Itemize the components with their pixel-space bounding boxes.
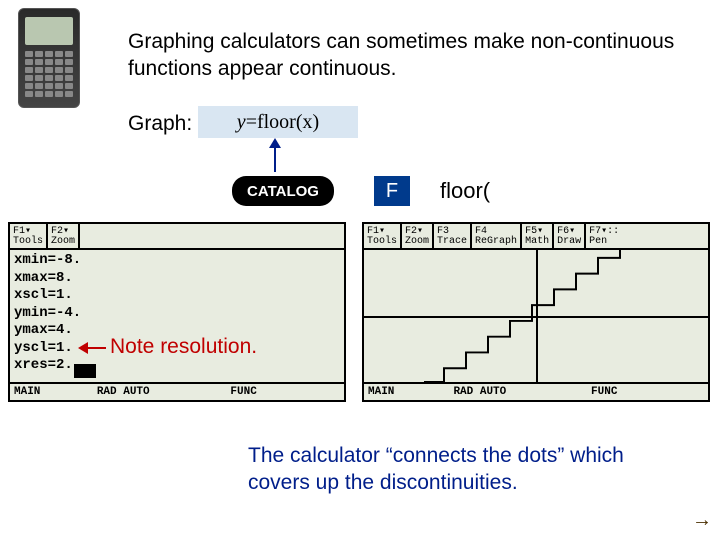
lcd2-tab: F1▾ Tools xyxy=(364,224,402,248)
formula-lhs: y xyxy=(237,111,246,134)
floor-plot xyxy=(364,250,708,382)
lcd2-tab: F2▾ Zoom xyxy=(402,224,434,248)
calc-screen-graph: F1▾ Tools F2▾ Zoom F3 Trace F4 ReGraph F… xyxy=(362,222,710,402)
next-arrow-icon[interactable]: → xyxy=(692,509,712,532)
f-key: F xyxy=(374,176,410,206)
lcd1-status: MAIN RAD AUTO FUNC xyxy=(10,382,344,400)
status-main: MAIN xyxy=(10,386,97,398)
status-func: FUNC xyxy=(230,386,344,398)
lcd1-tab-blank xyxy=(80,224,344,248)
lcd2-tabs: F1▾ Tools F2▾ Zoom F3 Trace F4 ReGraph F… xyxy=(364,224,708,250)
cursor-block-icon xyxy=(74,364,96,378)
lcd2-status: MAIN RAD AUTO FUNC xyxy=(364,382,708,400)
lcd1-tabs: F1▾ Tools F2▾ Zoom xyxy=(10,224,344,250)
formula-arg: (x) xyxy=(296,111,319,134)
lcd2-tab: F6▾ Draw xyxy=(554,224,586,248)
footer-text: The calculator “connects the dots” which… xyxy=(248,442,690,497)
catalog-key: CATALOG xyxy=(232,176,334,206)
status-mode: RAD AUTO xyxy=(453,386,591,398)
formula-fn: floor xyxy=(257,111,296,134)
arrow-up-icon xyxy=(274,140,276,172)
formula-eq: = xyxy=(246,111,257,134)
arrow-left-icon xyxy=(80,347,106,349)
lcd2-tab: F7▾:: Pen xyxy=(586,224,622,248)
intro-text: Graphing calculators can sometimes make … xyxy=(128,28,690,83)
graph-label: Graph: xyxy=(128,112,192,136)
window-values: xmin=-8. xmax=8. xscl=1. ymin=-4. ymax=4… xyxy=(14,252,81,375)
note-resolution: Note resolution. xyxy=(110,335,257,359)
status-mode: RAD AUTO xyxy=(97,386,231,398)
lcd2-tab: F3 Trace xyxy=(434,224,472,248)
lcd1-tab: F1▾ Tools xyxy=(10,224,48,248)
status-main: MAIN xyxy=(364,386,453,398)
lcd2-tab: F4 ReGraph xyxy=(472,224,522,248)
calculator-photo xyxy=(18,8,80,108)
y-axis xyxy=(536,250,538,382)
floor-menu-item: floor( xyxy=(440,176,540,206)
lcd1-tab: F2▾ Zoom xyxy=(48,224,80,248)
calc-screen-window: F1▾ Tools F2▾ Zoom xmin=-8. xmax=8. xscl… xyxy=(8,222,346,402)
lcd2-tab: F5▾ Math xyxy=(522,224,554,248)
formula: y = floor (x) xyxy=(198,106,358,138)
status-func: FUNC xyxy=(591,386,708,398)
